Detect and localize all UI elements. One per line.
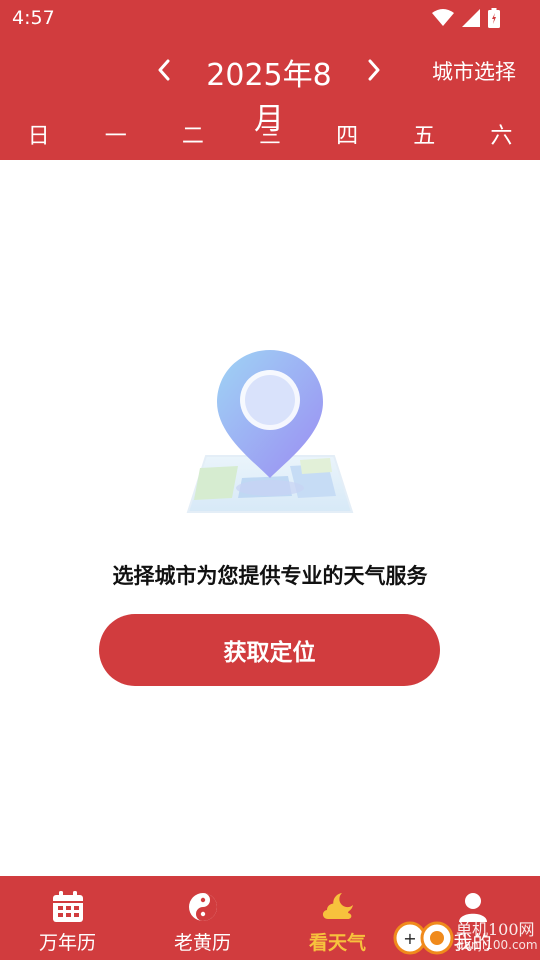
- weekday-sun: 日: [27, 124, 50, 149]
- weekday-fri: 五: [413, 124, 436, 149]
- watermark-logo-icon: +: [393, 921, 454, 955]
- weekday-header: 日 一 二 三 四 五 六: [0, 118, 540, 158]
- weather-empty-state: 选择城市为您提供专业的天气服务 获取定位: [0, 160, 540, 876]
- month-navigation: 2025年8月 城市选择: [0, 44, 540, 137]
- weekday-tue: 二: [181, 124, 204, 149]
- weekday-sat: 六: [490, 124, 513, 149]
- weekday-thu: 四: [336, 124, 359, 149]
- chevron-left-icon: [158, 59, 170, 81]
- tab-label: 老黄历: [173, 932, 231, 954]
- status-icons: [432, 8, 500, 28]
- tab-label: 万年历: [38, 932, 96, 954]
- get-location-button[interactable]: 获取定位: [99, 614, 440, 686]
- yin-yang-icon: [185, 890, 221, 924]
- watermark-subtext: danji100.com: [456, 938, 538, 952]
- tab-calendar[interactable]: 万年历: [0, 876, 135, 960]
- status-bar: 4:57: [0, 0, 540, 36]
- tab-weather[interactable]: 看天气: [270, 876, 405, 960]
- chevron-right-icon: [368, 59, 380, 81]
- prev-month-button[interactable]: [150, 56, 178, 84]
- weekday-wed: 三: [258, 124, 281, 149]
- empty-state-message: 选择城市为您提供专业的天气服务: [112, 564, 428, 588]
- status-time: 4:57: [12, 7, 55, 29]
- watermark-text: 单机100网: [456, 920, 535, 939]
- calendar-icon: [50, 890, 86, 924]
- svg-text:+: +: [403, 929, 416, 948]
- battery-icon: [488, 8, 500, 28]
- weather-icon: [320, 890, 356, 924]
- location-pin-map-icon: [186, 350, 354, 513]
- city-select-button[interactable]: 城市选择: [432, 56, 516, 86]
- wifi-icon: [432, 9, 454, 26]
- cell-signal-icon: [462, 9, 480, 27]
- site-watermark: + 单机100网 danji100.com: [390, 912, 540, 960]
- next-month-button[interactable]: [360, 56, 388, 84]
- tab-almanac[interactable]: 老黄历: [135, 876, 270, 960]
- tab-label: 看天气: [308, 932, 366, 954]
- weekday-mon: 一: [104, 124, 127, 149]
- header: 4:57 2025年8月 城市选择 日 一 二 三 四 五 六: [0, 0, 540, 160]
